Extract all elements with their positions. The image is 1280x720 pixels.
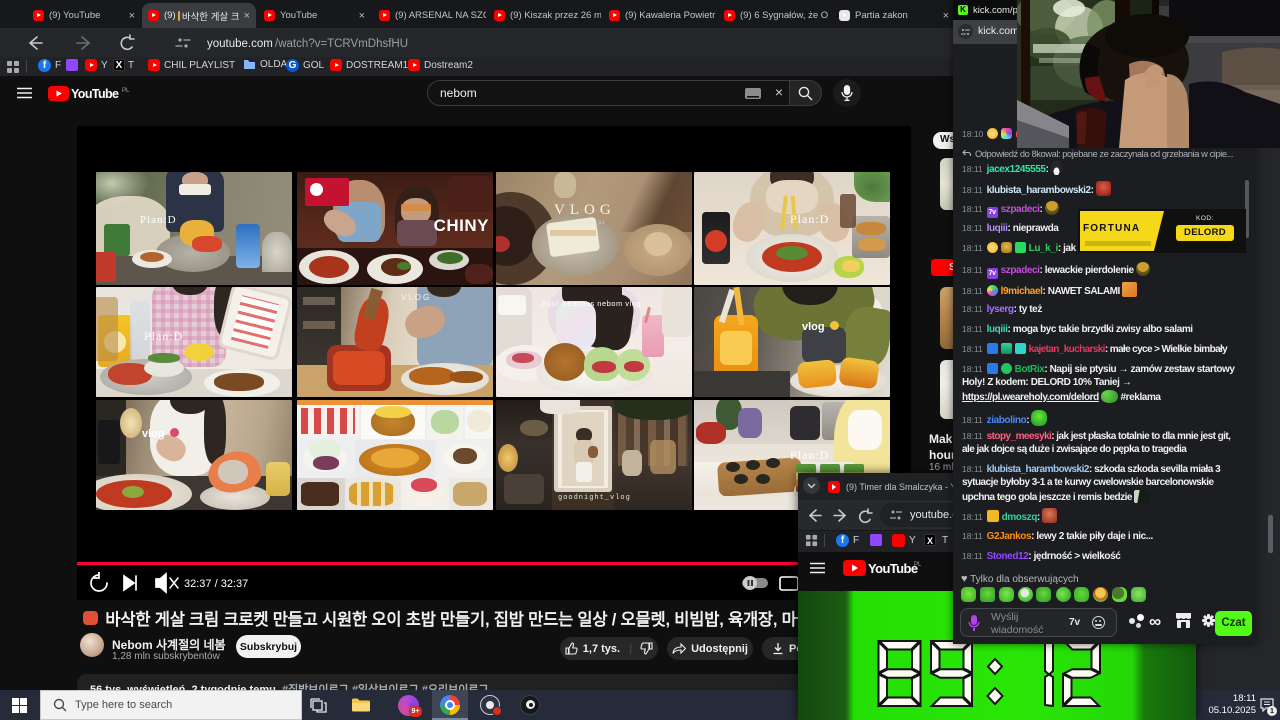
svg-text:PL: PL [122, 88, 130, 94]
svg-text:YouTube: YouTube [868, 561, 918, 576]
svg-text:PL: PL [914, 562, 921, 568]
svg-text:youtube.com: youtube.com [207, 38, 273, 50]
svg-text:/watch?v=TCRVmDhsfHU: /watch?v=TCRVmDhsfHU [275, 38, 408, 50]
svg-text:32:37 / 32:37: 32:37 / 32:37 [184, 578, 248, 590]
svg-text:YouTube: YouTube [71, 87, 119, 101]
